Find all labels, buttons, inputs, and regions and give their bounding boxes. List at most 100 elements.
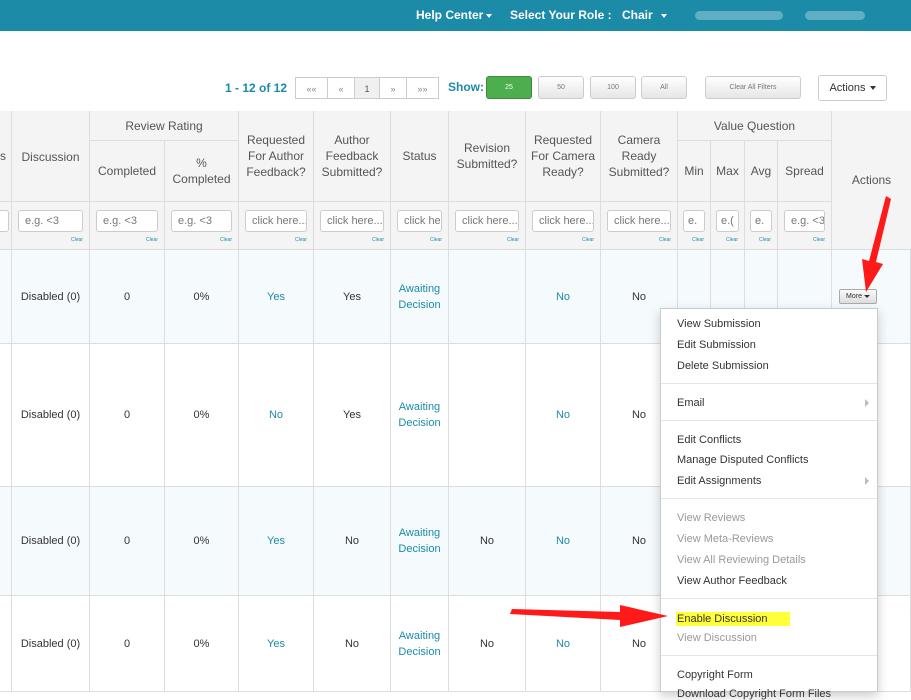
filter-input-discussion[interactable]: e.g. <3 (18, 210, 83, 232)
table-cell-rev-sub: No (449, 487, 526, 596)
filter-input-min[interactable]: e. (683, 210, 705, 232)
filter-input-spread[interactable]: e.g. <3 (784, 210, 825, 232)
table-cell-rev-sub (449, 344, 526, 487)
clear-link[interactable]: Clear (146, 237, 158, 243)
column-header-spread[interactable]: Spread (778, 141, 832, 202)
menu-item-view-submission[interactable]: View Submission (677, 318, 761, 330)
show-100-button[interactable]: 100 (590, 76, 636, 99)
menu-item-manage-disputed-conflicts[interactable]: Manage Disputed Conflicts (677, 454, 808, 466)
menu-item-edit-assignments[interactable]: Edit Assignments (677, 475, 761, 487)
show-25-button[interactable]: 25 (486, 76, 532, 99)
filter-input-revision-submitted[interactable]: click here... (455, 210, 519, 232)
page-prev-button[interactable]: « (327, 77, 355, 99)
filter-input-max[interactable]: e.( (716, 210, 739, 232)
table-cell-rev-sub: No (449, 596, 526, 692)
filter-input-status[interactable]: click he (397, 210, 442, 232)
actions-button[interactable]: Actions (818, 75, 887, 101)
column-label: Review Rating (125, 118, 203, 133)
menu-item-view-author-feedback[interactable]: View Author Feedback (677, 575, 787, 587)
menu-item-enable-discussion[interactable]: Enable Discussion (676, 612, 790, 626)
table-cell-req-af[interactable]: No (239, 344, 314, 487)
column-group-review-rating: Review Rating (90, 111, 239, 141)
caret-down-icon (660, 13, 667, 18)
filter-cell: click here... Clear (314, 202, 391, 250)
column-label: Camera Ready Submitted? (608, 133, 670, 179)
column-header-max[interactable]: Max (711, 141, 745, 202)
clear-link[interactable]: Clear (692, 237, 704, 243)
table-cell-af-sub: Yes (314, 250, 391, 344)
table-cell-req-cr[interactable]: No (526, 487, 601, 596)
show-all-button[interactable]: All (641, 76, 687, 99)
filter-input-camera-ready-submitted[interactable]: click here... (607, 210, 671, 232)
page-last-button[interactable]: »» (406, 77, 439, 99)
clear-link[interactable]: Clear (726, 237, 738, 243)
show-label: Show: (448, 80, 484, 94)
column-header-pct-completed[interactable]: % Completed (165, 141, 239, 202)
table-cell-req-af[interactable]: Yes (239, 487, 314, 596)
more-button[interactable]: More (839, 289, 877, 304)
filter-input-pct-completed[interactable]: e.g. <3 (171, 210, 232, 232)
filter-input-requested-camera-ready[interactable]: click here... (532, 210, 594, 232)
menu-item-download-copyright-files[interactable]: Download Copyright Form Files (677, 688, 831, 700)
column-header-revision-submitted[interactable]: Revision Submitted? (449, 111, 526, 202)
table-cell-discussion: Disabled (0) (12, 596, 90, 692)
table-cell (0, 344, 12, 487)
table-cell-req-af[interactable]: Yes (239, 596, 314, 692)
menu-item-edit-conflicts[interactable]: Edit Conflicts (677, 434, 741, 446)
column-header-requested-author-feedback[interactable]: Requested For Author Feedback? (239, 111, 314, 202)
column-header-discussion[interactable]: Discussion (12, 111, 90, 202)
table-cell-status[interactable]: Awaiting Decision (391, 596, 449, 692)
clear-link[interactable]: Clear (295, 237, 307, 243)
menu-item-email[interactable]: Email (677, 397, 705, 409)
show-50-button[interactable]: 50 (538, 76, 584, 99)
help-center-menu[interactable]: Help Center (416, 8, 493, 22)
table-cell-status[interactable]: Awaiting Decision (391, 487, 449, 596)
filter-input-avg[interactable]: e. (750, 210, 772, 232)
clear-link[interactable]: Clear (430, 237, 442, 243)
page-current-button[interactable]: 1 (354, 77, 380, 99)
page-next-button[interactable]: » (379, 77, 407, 99)
filter-cell: e. Clear (745, 202, 778, 250)
clear-link[interactable]: Clear (582, 237, 594, 243)
column-label: s (0, 149, 6, 163)
column-header-avg[interactable]: Avg (745, 141, 778, 202)
column-header-status[interactable]: Status (391, 111, 449, 202)
menu-item-edit-submission[interactable]: Edit Submission (677, 339, 756, 351)
table-cell-af-sub: Yes (314, 344, 391, 487)
table-cell-status[interactable]: Awaiting Decision (391, 250, 449, 344)
clear-link[interactable]: Clear (659, 237, 671, 243)
top-navbar: Help Center Select Your Role : Chair (0, 0, 911, 31)
clear-all-filters-button[interactable]: Clear All Filters (705, 76, 801, 99)
table-cell-req-cr[interactable]: No (526, 596, 601, 692)
menu-item-copyright-form[interactable]: Copyright Form (677, 669, 753, 681)
clear-link[interactable]: Clear (71, 237, 83, 243)
table-cell-req-cr[interactable]: No (526, 250, 601, 344)
column-header-requested-camera-ready[interactable]: Requested For Camera Ready? (526, 111, 601, 202)
column-header-min[interactable]: Min (678, 141, 711, 202)
clear-link[interactable]: Clear (813, 237, 825, 243)
clear-link[interactable]: Clear (759, 237, 771, 243)
clear-link[interactable]: Clear (220, 237, 232, 243)
column-label: Revision Submitted? (456, 141, 518, 171)
filter-input-author-feedback-submitted[interactable]: click here... (320, 210, 384, 232)
table-cell-status[interactable]: Awaiting Decision (391, 344, 449, 487)
menu-item-view-meta-reviews: View Meta-Reviews (677, 533, 774, 545)
column-header-camera-ready-submitted[interactable]: Camera Ready Submitted? (601, 111, 678, 202)
menu-divider (661, 420, 877, 421)
page-first-button[interactable]: «« (295, 77, 328, 99)
column-header-author-feedback-submitted[interactable]: Author Feedback Submitted? (314, 111, 391, 202)
table-cell-req-af[interactable]: Yes (239, 250, 314, 344)
clear-link[interactable]: Clear (372, 237, 384, 243)
menu-item-view-discussion: View Discussion (677, 632, 757, 644)
clear-link[interactable]: Clear (507, 237, 519, 243)
column-header-completed[interactable]: Completed (90, 141, 165, 202)
column-header-partial[interactable]: s (0, 111, 12, 202)
filter-input-requested-author-feedback[interactable]: click here... (245, 210, 307, 232)
menu-divider (661, 383, 877, 384)
filter-input-completed[interactable]: e.g. <3 (96, 210, 158, 232)
filter-input[interactable]: e (0, 210, 9, 232)
role-select[interactable]: Chair (622, 8, 667, 22)
table-cell-req-cr[interactable]: No (526, 344, 601, 487)
table-cell-completed: 0 (90, 487, 165, 596)
menu-item-delete-submission[interactable]: Delete Submission (677, 360, 769, 372)
